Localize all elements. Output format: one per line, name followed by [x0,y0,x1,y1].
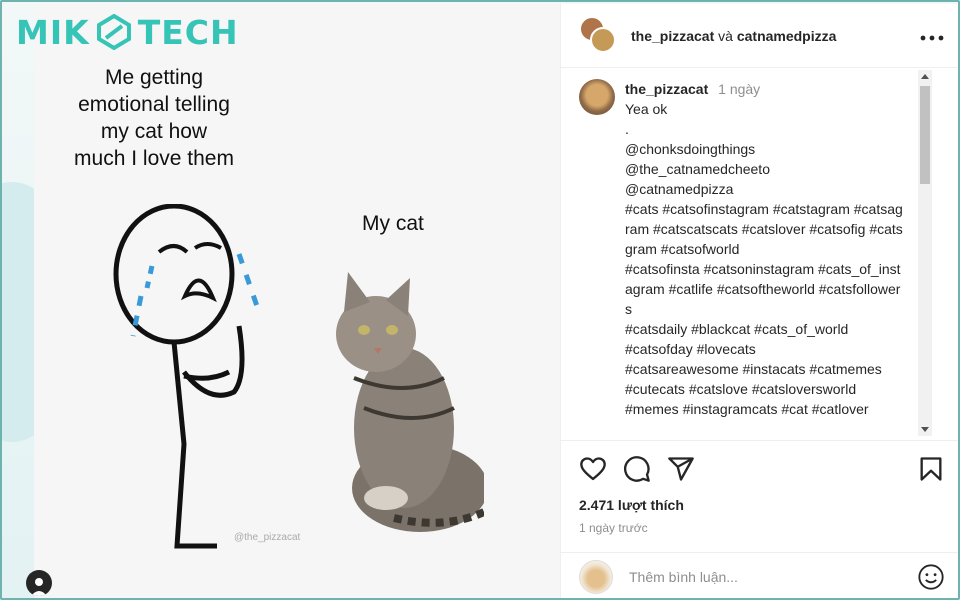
crying-stick-figure [113,204,262,549]
avatar [579,559,613,594]
post-header: the_pizzacat và catnamedpizza [561,4,958,68]
user-icon [31,578,47,596]
page-frame: Me getting emotional telling my cat how … [0,0,960,600]
meme-caption-right: My cat [362,212,424,235]
post-authors: the_pizzacat và catnamedpizza [631,28,920,44]
caption-timestamp[interactable]: 1 ngày [718,81,760,97]
author-conjunction: và [718,27,733,44]
emoji-icon[interactable] [917,563,945,591]
more-horizontal-icon [920,35,944,41]
share-icon[interactable] [667,455,695,483]
caption-line: Yea ok [625,101,668,117]
comments-list[interactable]: the_pizzacat 1 ngày Yea ok . @chonksdoin… [561,69,958,439]
hashtag-line[interactable]: #cats #catsofinstagram #catstagram #cats… [625,199,905,259]
hashtag-line[interactable]: #catsofday #lovecats [625,339,905,359]
scroll-down-arrow-icon[interactable] [921,427,929,432]
author-link[interactable]: the_pizzacat [631,28,714,44]
mikotech-logo: MIK TECH [16,12,239,52]
post-image[interactable]: Me getting emotional telling my cat how … [34,4,560,598]
mention-link[interactable]: @the_catnamedcheeto [625,159,905,179]
hashtag-line[interactable]: #memes #instagramcats #cat #catlover [625,399,905,419]
caption-comment: the_pizzacat 1 ngày Yea ok . @chonksdoin… [579,79,919,419]
cat-photo [336,272,484,532]
avatar [590,26,616,53]
action-icons [579,455,945,483]
logo-text-left: MIK [16,12,90,52]
author-link[interactable]: catnamedpizza [737,28,837,44]
avatar[interactable] [579,79,615,115]
comment-input[interactable] [629,568,917,585]
logo-text-right: TECH [137,12,239,52]
post-sidebar: the_pizzacat và catnamedpizza the_pizzac… [560,4,958,598]
comment-icon[interactable] [623,455,651,483]
mention-link[interactable]: @catnamedpizza [625,179,905,199]
image-watermark: @the_pizzacat [234,532,301,543]
bookmark-icon[interactable] [917,455,945,483]
comments-scrollbar[interactable] [918,70,932,436]
hashtag-line[interactable]: #catsofinsta #catsoninstagram #cats_of_i… [625,259,905,319]
logo-mark-icon [96,14,131,50]
meme-caption-left: Me getting emotional telling my cat how … [74,66,234,170]
hashtag-line[interactable]: #catsareawesome #instacats #catmemes [625,359,905,379]
mention-link[interactable]: @chonksdoingthings [625,139,905,159]
scrollbar-thumb[interactable] [920,86,930,184]
hashtag-line[interactable]: #catsdaily #blackcat #cats_of_world [625,319,905,339]
caption-line: . [625,121,629,137]
scroll-up-arrow-icon[interactable] [921,74,929,79]
hashtag-line[interactable]: #cutecats #catslove #catsloversworld [625,379,905,399]
like-count[interactable]: 2.471 lượt thích [579,497,945,513]
collab-avatars[interactable] [579,15,619,56]
more-options-button[interactable] [920,30,944,41]
post-actions: 2.471 lượt thích 1 ngày trước [561,440,958,535]
heart-icon[interactable] [579,455,607,483]
caption-username[interactable]: the_pizzacat [625,81,708,97]
add-comment-bar [561,552,958,598]
account-avatar-button[interactable] [26,570,52,596]
caption-text: the_pizzacat 1 ngày Yea ok . @chonksdoin… [625,79,905,419]
post-timestamp[interactable]: 1 ngày trước [579,521,945,535]
